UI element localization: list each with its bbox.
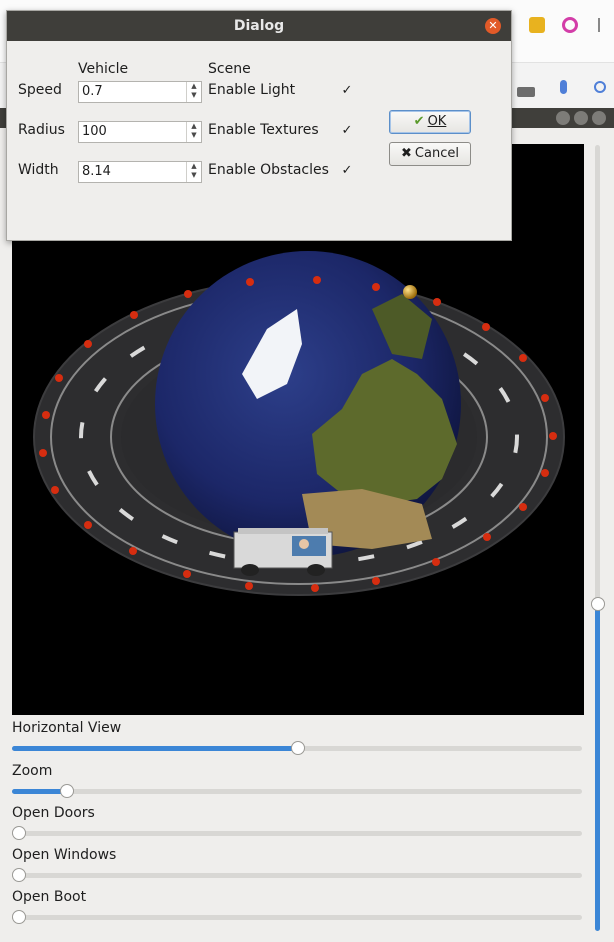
enable-light-checkbox[interactable]: ✓: [340, 84, 354, 98]
width-spinbox[interactable]: ▲▼: [78, 161, 202, 183]
menu-icon[interactable]: [598, 18, 600, 32]
open-doors-handle[interactable]: [12, 826, 26, 840]
open-windows-slider[interactable]: [12, 868, 582, 882]
minimize-icon[interactable]: [556, 111, 570, 125]
horizontal-view-slider[interactable]: [12, 741, 582, 755]
radius-spin-arrows[interactable]: ▲ ▼: [186, 122, 201, 142]
vehicle-face: [299, 539, 309, 549]
maximize-icon[interactable]: [574, 111, 588, 125]
vertical-slider-fill: [595, 603, 600, 931]
vertical-slider-handle[interactable]: [591, 597, 605, 611]
speed-spinbox[interactable]: ▲▼: [78, 81, 202, 103]
open-boot-label: Open Boot: [12, 889, 87, 905]
keyboard-icon[interactable]: [517, 87, 535, 97]
scene-header: Scene: [208, 61, 251, 77]
cancel-button-label: Cancel: [414, 146, 459, 161]
dialog-title: Dialog: [233, 18, 285, 34]
vehicle-header: Vehicle: [78, 61, 129, 77]
extension-icon[interactable]: [562, 17, 578, 33]
extension-icon[interactable]: [529, 17, 545, 33]
ok-button-label: OK: [427, 114, 447, 129]
zoom-fill: [12, 789, 66, 794]
ok-button[interactable]: ✔ OK: [389, 110, 471, 134]
enable-obstacles-label: Enable Obstacles: [208, 162, 329, 178]
cancel-x-icon: ✖: [401, 146, 412, 161]
cancel-button[interactable]: ✖ Cancel: [389, 142, 471, 166]
horizontal-view-handle[interactable]: [291, 741, 305, 755]
search-icon[interactable]: [594, 81, 606, 93]
horizontal-view-label: Horizontal View: [12, 720, 122, 736]
dialog-close-icon[interactable]: ✕: [485, 18, 501, 34]
enable-obstacles-checkbox[interactable]: ✓: [340, 164, 354, 178]
open-boot-slider[interactable]: [12, 910, 582, 924]
radius-input[interactable]: [82, 123, 176, 140]
width-spin-arrows[interactable]: ▲ ▼: [186, 162, 201, 182]
zoom-slider[interactable]: [12, 784, 582, 798]
speed-spin-arrows[interactable]: ▲ ▼: [186, 82, 201, 102]
checkmark-icon: ✔: [413, 114, 425, 129]
zoom-label: Zoom: [12, 763, 53, 779]
vehicle-wheel: [307, 564, 325, 576]
open-windows-label: Open Windows: [12, 847, 117, 863]
enable-light-label: Enable Light: [208, 82, 296, 98]
vehicle-picture: [292, 536, 326, 556]
dialog-titlebar: Dialog: [7, 11, 511, 41]
width-input[interactable]: [82, 163, 176, 180]
speed-input[interactable]: [82, 83, 176, 100]
open-doors-label: Open Doors: [12, 805, 95, 821]
vehicle-wheel: [241, 564, 259, 576]
speed-label: Speed: [18, 82, 62, 98]
enable-textures-checkbox[interactable]: ✓: [340, 124, 354, 138]
vehicle-roof: [238, 528, 328, 534]
radius-label: Radius: [18, 122, 65, 138]
zoom-handle[interactable]: [60, 784, 74, 798]
enable-textures-label: Enable Textures: [208, 122, 319, 138]
horizontal-view-fill: [12, 746, 297, 751]
settings-dialog: Dialog ✕ Vehicle Scene Speed ▲▼ Radius ▲…: [6, 10, 512, 241]
radius-spinbox[interactable]: ▲▼: [78, 121, 202, 143]
open-doors-slider[interactable]: [12, 826, 582, 840]
open-windows-handle[interactable]: [12, 868, 26, 882]
close-icon[interactable]: [592, 111, 606, 125]
gold-ball: [403, 285, 417, 299]
open-boot-handle[interactable]: [12, 910, 26, 924]
width-label: Width: [18, 162, 59, 178]
microphone-icon[interactable]: [560, 80, 567, 94]
